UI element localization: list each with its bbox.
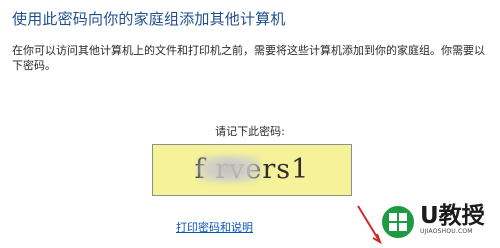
description-text: 在你可以访问其他计算机上的文件和打印机之前，需要将这些计算机添加到你的家庭组。你… [12, 44, 485, 72]
page-title: 使用此密码向你的家庭组添加其他计算机 [12, 10, 286, 28]
windows-logo-icon [380, 204, 416, 240]
password-display-box: f rvers1 [152, 144, 352, 196]
watermark-logo-text: U教授 [420, 203, 485, 229]
password-prompt: 请记下此密码: [215, 125, 285, 138]
password-redaction-blur [197, 155, 261, 183]
watermark-logo-subtext: UJIAOSHOU.COM [420, 228, 473, 235]
print-password-link[interactable]: 打印密码和说明 [176, 219, 253, 235]
watermark-logo: U教授 UJIAOSHOU.COM [380, 204, 492, 240]
